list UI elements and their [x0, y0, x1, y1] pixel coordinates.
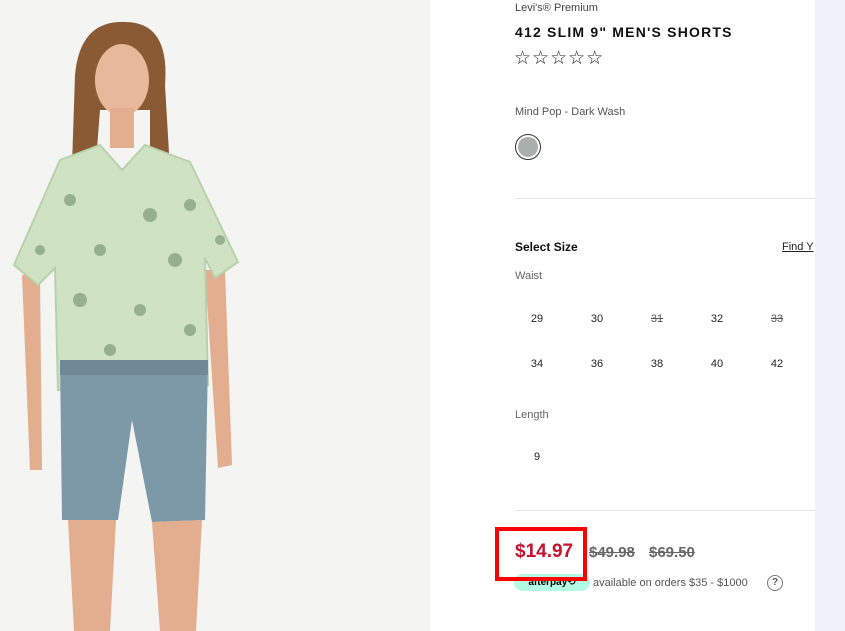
- divider: [515, 510, 815, 511]
- swatch-fill: [518, 137, 538, 157]
- help-icon[interactable]: ?: [767, 575, 783, 591]
- waist-size-option[interactable]: 33: [757, 306, 797, 332]
- color-name: Mind Pop - Dark Wash: [515, 106, 626, 118]
- find-size-link[interactable]: Find Y: [782, 241, 815, 253]
- length-label: Length: [515, 409, 549, 421]
- waist-size-option[interactable]: 38: [637, 351, 677, 377]
- waist-size-option[interactable]: 40: [697, 351, 737, 377]
- divider: [515, 198, 815, 199]
- select-size-heading: Select Size: [515, 240, 578, 254]
- afterpay-info: available on orders $35 - $1000: [593, 577, 748, 589]
- color-swatch[interactable]: [515, 134, 541, 160]
- waist-size-option[interactable]: 29: [517, 306, 557, 332]
- brand-name[interactable]: Levi's® Premium: [515, 2, 598, 14]
- waist-size-option[interactable]: 30: [577, 306, 617, 332]
- length-size-option[interactable]: 9: [517, 444, 557, 470]
- product-title: 412 SLIM 9" MEN'S SHORTS: [515, 24, 733, 40]
- waist-size-option[interactable]: 32: [697, 306, 737, 332]
- sale-price: $14.97: [515, 541, 574, 562]
- original-price: $69.50: [649, 544, 695, 561]
- page-edge-strip: [815, 0, 845, 631]
- waist-size-option[interactable]: 36: [577, 351, 617, 377]
- waist-label: Waist: [515, 270, 543, 282]
- waist-size-option[interactable]: 42: [757, 351, 797, 377]
- original-price: $49.98: [589, 544, 635, 561]
- waist-size-option[interactable]: 31: [637, 306, 677, 332]
- rating-stars[interactable]: ☆☆☆☆☆: [514, 49, 604, 69]
- product-image[interactable]: [0, 0, 430, 631]
- waist-size-option[interactable]: 34: [517, 351, 557, 377]
